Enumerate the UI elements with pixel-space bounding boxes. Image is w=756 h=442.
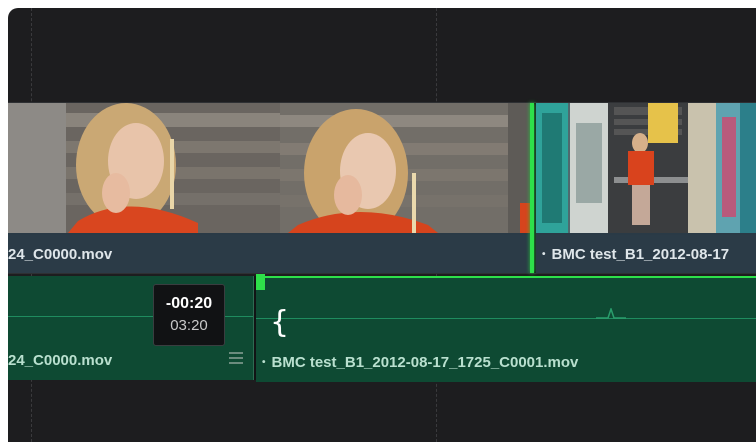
audio-clip-right[interactable]: • BMC test_B1_2012-08-17_1725_C0001.mov (256, 276, 756, 382)
clip-dot-icon: • (542, 248, 546, 260)
audio-clip-label: 24_C0000.mov (8, 348, 253, 372)
audio-track: 24_C0000.mov • BMC test_B1_2012-08-17_17… (8, 276, 756, 382)
clip-dot-icon: • (262, 356, 266, 368)
hamburger-icon[interactable] (229, 352, 243, 367)
edit-point-marker[interactable] (530, 103, 534, 273)
audio-clip-label: • BMC test_B1_2012-08-17_1725_C0001.mov (256, 350, 756, 374)
trim-offset: -00:20 (165, 295, 213, 312)
trim-tooltip: -00:20 03:20 (153, 284, 225, 346)
trim-duration: 03:20 (170, 317, 208, 334)
audio-waveform-peak (596, 308, 626, 319)
video-clip-label-bar: 24_C0000.mov (8, 235, 531, 273)
video-clip-left[interactable]: 24_C0000.mov (8, 103, 531, 273)
trim-handle[interactable] (256, 274, 265, 290)
audio-clip-name: BMC test_B1_2012-08-17_1725_C0001.mov (271, 353, 579, 371)
video-clip-thumbnails (536, 103, 756, 233)
audio-waveform-line (256, 318, 756, 319)
video-clip-name: 24_C0000.mov (8, 245, 113, 263)
timeline-panel[interactable]: 24_C0000.mov • BMC test_B1_2012-08-17 24… (8, 8, 756, 442)
video-clip-name: BMC test_B1_2012-08-17 (551, 245, 730, 263)
video-track: 24_C0000.mov • BMC test_B1_2012-08-17 (8, 102, 756, 274)
video-clip-thumbnails (8, 103, 531, 233)
audio-clip-name: 24_C0000.mov (8, 351, 113, 369)
video-clip-label-bar: • BMC test_B1_2012-08-17 (536, 235, 756, 273)
trim-brace-icon: { (270, 305, 290, 340)
video-clip-right[interactable]: • BMC test_B1_2012-08-17 (536, 103, 756, 273)
